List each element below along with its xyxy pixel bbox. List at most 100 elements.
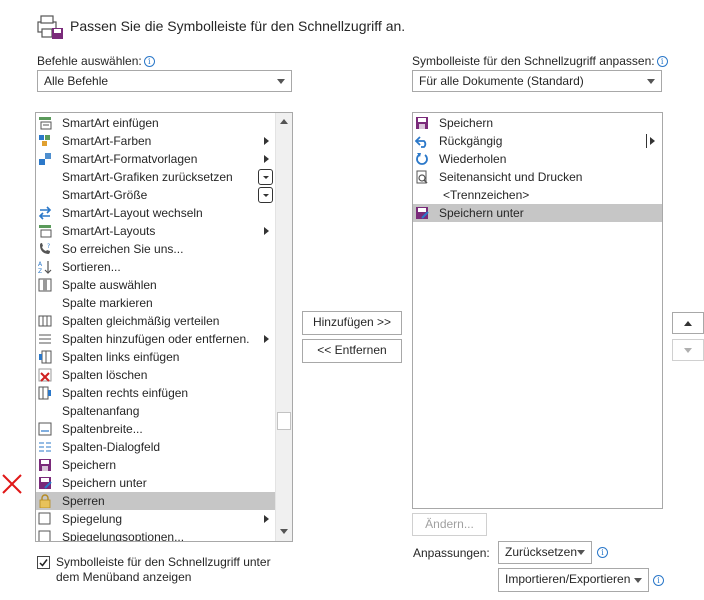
chevron-right-icon	[264, 137, 269, 145]
list-item[interactable]: Spaltenbreite...	[36, 420, 275, 438]
list-item[interactable]: Speichern	[413, 114, 662, 132]
mirror-icon	[38, 512, 52, 526]
list-item-label: Speichern	[439, 116, 494, 130]
show-below-ribbon-label-line2: dem Menüband anzeigen	[56, 570, 192, 584]
list-item-label: Spaltenbreite...	[62, 422, 143, 436]
scroll-down-button[interactable]	[276, 524, 292, 540]
list-item[interactable]: SmartArt-Grafiken zurücksetzen	[36, 168, 275, 186]
dropdown-indicator-icon	[258, 169, 273, 185]
smartart-insert-icon	[38, 116, 52, 130]
triangle-down-icon	[684, 348, 692, 353]
list-item[interactable]: Spalten links einfügen	[36, 348, 275, 366]
checkmark-icon	[39, 559, 48, 567]
list-item[interactable]: Spalte auswählen	[36, 276, 275, 294]
info-icon[interactable]: i	[597, 547, 608, 558]
commands-list[interactable]: SmartArt einfügen SmartArt-Farben SmartArt…	[35, 112, 293, 542]
list-item[interactable]: SmartArt einfügen	[36, 114, 275, 132]
chevron-right-icon	[264, 515, 269, 523]
info-icon[interactable]: i	[653, 575, 664, 586]
list-item-label: Spalten-Dialogfeld	[62, 440, 161, 454]
list-item-label: Spalten links einfügen	[62, 350, 180, 364]
commands-dropdown[interactable]: Alle Befehle	[37, 70, 292, 92]
list-item-label: SmartArt einfügen	[62, 116, 159, 130]
list-item[interactable]: Spalten hinzufügen oder entfernen.	[36, 330, 275, 348]
list-item[interactable]: SmartArt-Farben	[36, 132, 275, 150]
list-item-label: SmartArt-Formatvorlagen	[62, 152, 198, 166]
list-item[interactable]: A Z Sortieren...	[36, 258, 275, 276]
list-item-label: SmartArt-Grafiken zurücksetzen	[62, 170, 233, 184]
list-item-label: So erreichen Sie uns...	[62, 242, 184, 256]
move-up-button[interactable]	[672, 312, 704, 334]
split-submenu-icon	[646, 134, 656, 148]
add-button[interactable]: Hinzufügen >>	[302, 311, 402, 335]
list-item[interactable]: Spalte markieren	[36, 294, 275, 312]
modify-button[interactable]: Ändern...	[412, 513, 487, 536]
scroll-thumb[interactable]	[277, 412, 291, 430]
info-icon[interactable]: i	[656, 56, 668, 67]
columns-dialog-icon	[38, 440, 52, 454]
smartart-colors-icon	[38, 134, 52, 148]
info-icon[interactable]: i	[143, 56, 155, 67]
list-item[interactable]: Spiegelungsoptionen...	[36, 528, 275, 541]
list-item[interactable]: Sperren	[36, 492, 275, 510]
red-cross-annotation-icon	[0, 472, 24, 496]
list-item[interactable]: Spaltenanfang	[36, 402, 275, 420]
list-item[interactable]: SmartArt-Layout wechseln	[36, 204, 275, 222]
list-item-label: SmartArt-Layout wechseln	[62, 206, 203, 220]
commands-label: Befehle auswählen: i	[37, 54, 155, 68]
save-as-icon	[415, 206, 429, 220]
list-item-label: SmartArt-Layouts	[62, 224, 156, 238]
list-item[interactable]: Spalten-Dialogfeld	[36, 438, 275, 456]
list-item[interactable]: SmartArt-Größe	[36, 186, 275, 204]
import-export-info: i	[651, 573, 664, 587]
list-item[interactable]: Spalten rechts einfügen	[36, 384, 275, 402]
list-item[interactable]: Speichern unter	[413, 204, 662, 222]
dropdown-indicator-icon	[258, 187, 273, 203]
reset-dropdown-button[interactable]: Zurücksetzen	[498, 541, 592, 564]
import-export-dropdown-button[interactable]: Importieren/Exportieren	[498, 568, 649, 592]
move-down-button[interactable]	[672, 339, 704, 361]
show-below-ribbon-checkbox[interactable]	[37, 556, 50, 569]
mirror-options-icon	[38, 530, 52, 541]
list-item-label: Spaltenanfang	[62, 404, 140, 418]
list-item[interactable]: ? So erreichen Sie uns...	[36, 240, 275, 258]
chevron-down-icon	[634, 578, 642, 583]
save-as-icon	[38, 476, 52, 490]
toolbar-commands-list[interactable]: Speichern Rückgängig Wiederholen Seitenansi…	[412, 112, 663, 509]
distribute-columns-icon	[38, 314, 52, 328]
show-below-ribbon-label-line1: Symbolleiste für den Schnellzugriff unte…	[56, 555, 271, 569]
select-column-icon	[38, 278, 52, 292]
commands-scrollbar[interactable]	[275, 113, 292, 541]
list-item[interactable]: Spiegelung	[36, 510, 275, 528]
list-item-label: Spalten löschen	[62, 368, 148, 382]
list-item[interactable]: Speichern unter	[36, 474, 275, 492]
smartart-layouts-icon	[38, 224, 52, 238]
list-item-label: Seitenansicht und Drucken	[439, 170, 583, 184]
svg-text:?: ?	[47, 243, 50, 250]
list-item-label: Spalten gleichmäßig verteilen	[62, 314, 220, 328]
customizations-label: Anpassungen:	[413, 546, 490, 560]
swap-arrows-icon	[38, 206, 52, 220]
list-item[interactable]: Seitenansicht und Drucken	[413, 168, 662, 186]
list-item[interactable]: SmartArt-Formatvorlagen	[36, 150, 275, 168]
print-preview-icon	[415, 170, 429, 184]
list-item[interactable]: Rückgängig	[413, 132, 662, 150]
list-item-label: Spalte auswählen	[62, 278, 157, 292]
toolbar-scope-dropdown[interactable]: Für alle Dokumente (Standard)	[412, 70, 662, 92]
save-icon	[38, 458, 52, 472]
list-item[interactable]: Wiederholen	[413, 150, 662, 168]
list-item[interactable]: Speichern	[36, 456, 275, 474]
dialog-title: Passen Sie die Symbolleiste für den Schn…	[70, 18, 406, 34]
list-item[interactable]: Spalten gleichmäßig verteilen	[36, 312, 275, 330]
list-item[interactable]: <Trennzeichen>	[413, 186, 662, 204]
scroll-up-button[interactable]	[276, 114, 292, 130]
remove-button[interactable]: << Entfernen	[302, 339, 402, 363]
list-item[interactable]: SmartArt-Layouts	[36, 222, 275, 240]
list-item[interactable]: Spalten löschen	[36, 366, 275, 384]
add-remove-columns-icon	[38, 332, 52, 346]
customize-toolbar-label: Symbolleiste für den Schnellzugriff anpa…	[412, 54, 668, 68]
chevron-down-icon	[577, 550, 585, 555]
list-item-label: Sperren	[62, 494, 105, 508]
sort-az-icon: AZ	[38, 260, 52, 275]
list-item-label: Wiederholen	[439, 152, 507, 166]
